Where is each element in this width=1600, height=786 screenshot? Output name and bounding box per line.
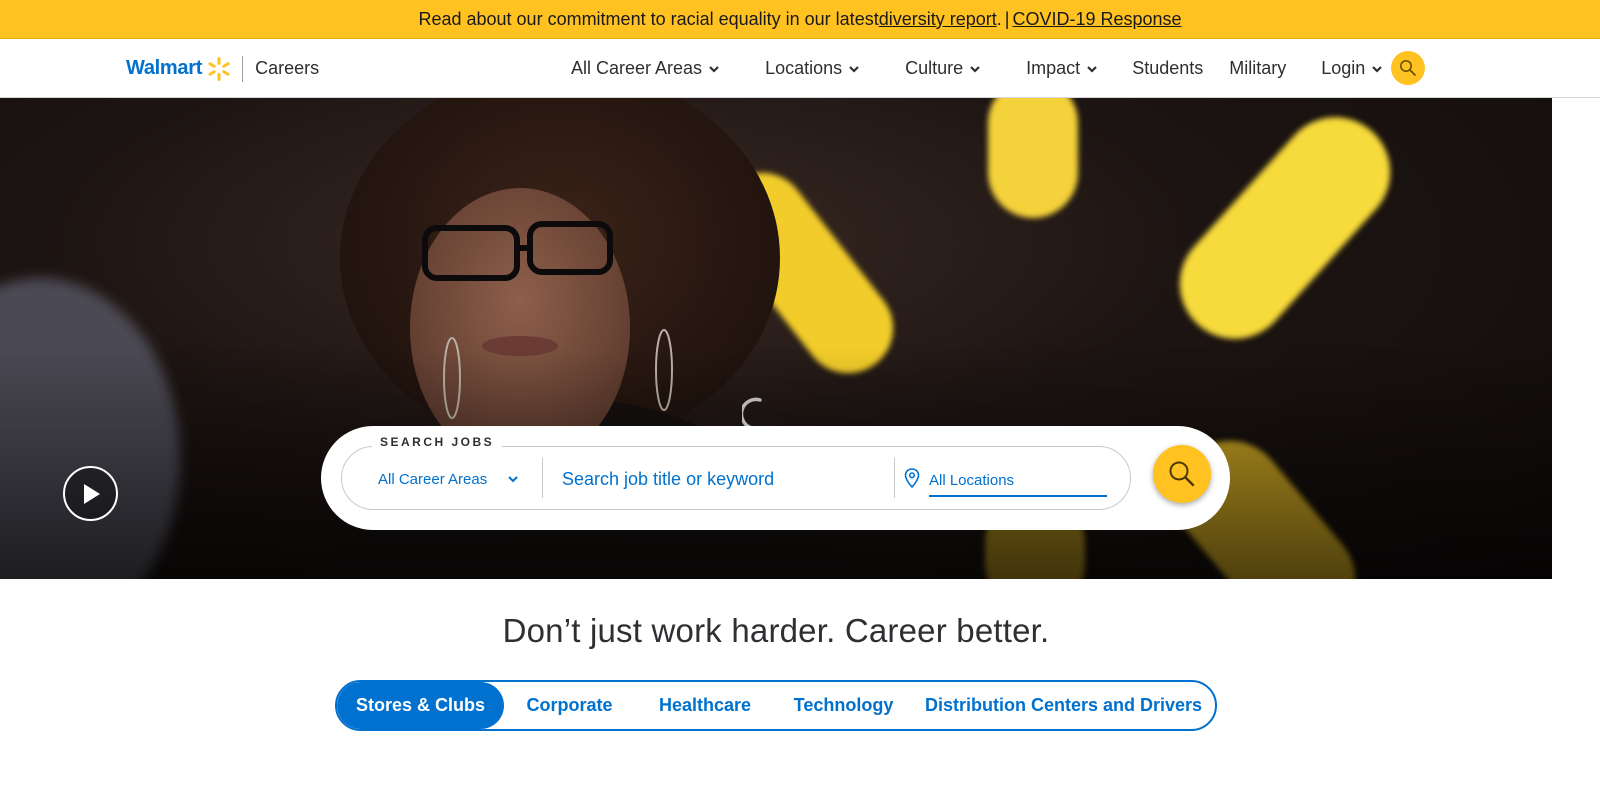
- nav-label: Students: [1132, 58, 1204, 78]
- walmart-spark-icon: [208, 56, 230, 81]
- search-divider: [542, 458, 543, 498]
- career-area-tabs: Stores & Clubs Corporate Healthcare Tech…: [335, 680, 1217, 731]
- chevron-down-icon: [970, 65, 980, 73]
- chevron-down-icon: [709, 65, 719, 73]
- nav-label: Culture: [905, 58, 964, 78]
- diversity-report-link[interactable]: diversity report: [879, 9, 997, 30]
- search-jobs-legend: SEARCH JOBS: [372, 435, 503, 449]
- announcement-text: Read about our commitment to racial equa…: [418, 8, 879, 29]
- header-search-button[interactable]: [1391, 51, 1425, 85]
- chevron-down-icon: [1087, 65, 1097, 73]
- search-icon: [1400, 60, 1416, 76]
- nav-label: Military: [1229, 58, 1287, 78]
- announcement-separator: |: [1004, 8, 1010, 29]
- nav-label: Impact: [1026, 58, 1081, 78]
- chevron-down-icon: [508, 476, 518, 483]
- walmart-wordmark: Walmart: [126, 57, 203, 79]
- career-area-select[interactable]: All Career Areas: [378, 462, 519, 496]
- location-input[interactable]: [929, 468, 1107, 497]
- page-tagline: Don’t just work harder. Career better.: [502, 612, 1050, 649]
- chevron-down-icon: [849, 65, 859, 73]
- brand-divider: [242, 55, 244, 82]
- nav-item-all-career-areas[interactable]: All Career Areas: [571, 58, 720, 79]
- scroll-gutter: [1552, 98, 1600, 786]
- site-header: Walmart Careers All Career Areas Locatio…: [0, 39, 1600, 98]
- tab-corporate[interactable]: Corporate: [504, 682, 635, 729]
- tab-technology[interactable]: Technology: [775, 682, 912, 729]
- nav-label: All Career Areas: [571, 58, 703, 78]
- career-area-value: All Career Areas: [378, 470, 488, 488]
- careers-label: Careers: [255, 58, 320, 78]
- tab-distribution-centers-drivers[interactable]: Distribution Centers and Drivers: [912, 682, 1215, 729]
- covid-response-link[interactable]: COVID-19 Response: [1012, 9, 1181, 30]
- video-play-button[interactable]: [63, 466, 118, 521]
- announcement-bar: Read about our commitment to racial equa…: [0, 0, 1600, 39]
- play-icon: [83, 483, 100, 504]
- search-submit-button[interactable]: [1153, 445, 1211, 503]
- chevron-down-icon: [1372, 65, 1383, 73]
- main-nav: All Career Areas Locations Culture Impac…: [571, 39, 1383, 98]
- nav-item-military[interactable]: Military: [1229, 58, 1286, 79]
- search-icon: [1169, 461, 1195, 487]
- nav-item-students[interactable]: Students: [1132, 58, 1203, 79]
- nav-item-culture[interactable]: Culture: [905, 58, 981, 79]
- nav-label: Locations: [765, 58, 843, 78]
- brand-logo[interactable]: Walmart Careers: [126, 39, 319, 98]
- announcement-period: .: [996, 8, 1002, 29]
- search-divider: [894, 458, 895, 498]
- tab-healthcare[interactable]: Healthcare: [635, 682, 775, 729]
- nav-item-impact[interactable]: Impact: [1026, 58, 1098, 79]
- keyword-search-input[interactable]: [562, 462, 882, 496]
- nav-label: Login: [1321, 58, 1366, 78]
- map-pin-icon: [904, 468, 920, 488]
- tab-stores-clubs[interactable]: Stores & Clubs: [337, 682, 504, 729]
- nav-item-login[interactable]: Login: [1321, 58, 1383, 79]
- nav-item-locations[interactable]: Locations: [765, 58, 860, 79]
